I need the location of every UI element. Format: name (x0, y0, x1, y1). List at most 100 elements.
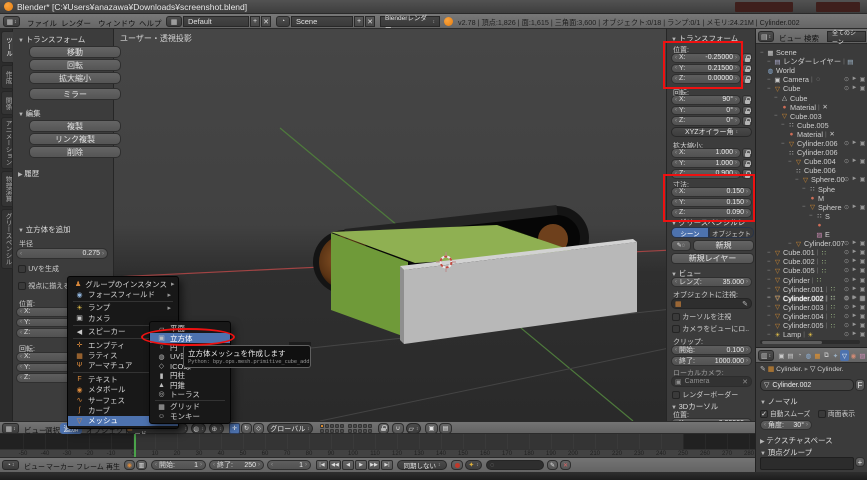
visibility-toggles[interactable]: ⊙►▣ (843, 249, 866, 256)
layer-toggle[interactable] (348, 424, 352, 428)
snap-magnet-icon[interactable]: ∪ (392, 423, 404, 434)
outliner-row[interactable]: ∷Cube.006 (756, 166, 867, 175)
select-icon[interactable]: ► (851, 176, 858, 183)
select-icon[interactable]: ► (851, 140, 858, 147)
texture-space-panel-header[interactable]: ▶ テクスチャスペース (760, 435, 833, 446)
visibility-toggles[interactable]: ⊙►▣ (843, 322, 866, 329)
layer-toggle[interactable] (358, 424, 362, 428)
play-button[interactable]: ▶ (355, 460, 367, 470)
eye-icon[interactable]: ⊙ (843, 331, 850, 338)
scene-icon[interactable]: ◔ (276, 16, 290, 27)
menu-item-torus[interactable]: ◎トーラス (150, 390, 230, 399)
render-icon[interactable]: ▣ (859, 140, 866, 147)
render-icon[interactable]: ▣ (859, 85, 866, 92)
outliner-row[interactable]: −∷Cube.005 (756, 121, 867, 130)
visibility-toggles[interactable]: ⊙►▣ (843, 140, 866, 147)
rotate-button[interactable]: 回転 (29, 59, 121, 71)
visibility-toggles[interactable]: ⊙►▣ (843, 76, 866, 83)
select-icon[interactable]: ► (851, 258, 858, 265)
angle-field[interactable]: ‹角度:30°› (760, 420, 812, 430)
translate-button[interactable]: 移動 (29, 46, 121, 58)
close-layout-button[interactable]: ✕ (261, 16, 271, 27)
menu-help[interactable]: ヘルプ (139, 18, 162, 29)
gp-draw-icons[interactable]: ✎◌ (671, 240, 691, 251)
eye-icon[interactable]: ⊙ (843, 304, 850, 311)
lock-icon[interactable] (378, 423, 389, 434)
outliner-row[interactable]: −☀Lamp|☀⊙►▣ (756, 330, 867, 339)
unlock-icon[interactable] (742, 116, 752, 126)
eye-icon[interactable]: ⊙ (843, 313, 850, 320)
gp-new-layer-button[interactable]: 新規レイヤー (671, 253, 754, 264)
next-keyframe-button[interactable]: ▶▶ (368, 460, 380, 470)
outliner-row[interactable]: ●Material|✕ (756, 130, 867, 139)
render-icon[interactable]: ▣ (859, 277, 866, 284)
eyedropper-icon[interactable]: ✎ (742, 300, 748, 308)
select-icon[interactable]: ► (851, 76, 858, 83)
insert-keyframe-icon[interactable]: ✎ (547, 460, 558, 470)
menu-item-cylinder[interactable]: ▮円柱 (150, 371, 230, 380)
eye-icon[interactable]: ⊙ (843, 158, 850, 165)
close-scene-button[interactable]: ✕ (365, 16, 375, 27)
menu-item-lamp[interactable]: ☀ランプ▸ (68, 303, 178, 313)
render-icon[interactable]: ▣ (859, 249, 866, 256)
visibility-toggles[interactable]: ⊙►▣ (843, 313, 866, 320)
layer-toggle[interactable] (335, 424, 339, 428)
keying-set-field[interactable]: ◌ (486, 460, 544, 470)
select-icon[interactable]: ► (851, 313, 858, 320)
clip-start-field[interactable]: ‹開始:0.100› (671, 345, 752, 355)
mirror-button[interactable]: ミラー (29, 88, 121, 100)
manipulator-rotate-icon[interactable]: ↻ (241, 423, 252, 434)
select-icon[interactable]: ► (851, 158, 858, 165)
layer-toggle[interactable] (348, 429, 352, 433)
frame-lock-icon[interactable]: ▥ (136, 460, 147, 470)
lock-object-field[interactable]: ▦✎ (671, 298, 752, 309)
outliner-row[interactable]: −▽Cube⊙►▣ (756, 84, 867, 93)
opengl-render-anim-icon[interactable]: ▤ (439, 423, 452, 434)
outliner-row[interactable]: −▽Cube.003 (756, 112, 867, 121)
render-icon[interactable]: ▣ (859, 304, 866, 311)
unlock-icon[interactable] (742, 159, 752, 169)
visibility-toggles[interactable]: ⊙►▣ (843, 295, 866, 302)
outliner-row[interactable]: −▽Cylinder.003|∷⊙►▣ (756, 303, 867, 312)
texture-tab[interactable]: ▨ (858, 350, 867, 361)
layer-toggle[interactable] (368, 424, 372, 428)
render-icon[interactable]: ▣ (859, 331, 866, 338)
outliner-row[interactable]: −▽Cylinder.006⊙►▣ (756, 139, 867, 148)
duplicate-button[interactable]: 複製 (29, 120, 121, 132)
shading-dropdown[interactable]: ◍↕ (191, 423, 206, 434)
rotation-mode-dropdown[interactable]: XYZオイラー角↕ (671, 127, 752, 137)
screen-layout-field[interactable]: Default (183, 16, 249, 27)
eye-icon[interactable]: ⊙ (843, 295, 850, 302)
current-frame-field[interactable]: ‹1› (267, 460, 311, 470)
number-field[interactable]: ‹Y:0°› (671, 106, 741, 116)
delete-keyframe-icon[interactable]: ✕ (560, 460, 571, 470)
select-icon[interactable]: ► (851, 295, 858, 302)
visibility-toggles[interactable]: ⊙►▣ (843, 267, 866, 274)
visibility-toggles[interactable]: ⊙►▣ (843, 331, 866, 338)
eye-icon[interactable]: ⊙ (843, 176, 850, 183)
manipulator-translate-icon[interactable]: ✛ (229, 423, 240, 434)
scale-button[interactable]: 拡大縮小 (29, 72, 121, 84)
layers-widget[interactable] (320, 424, 372, 433)
layer-toggle[interactable] (363, 429, 367, 433)
outliner-row[interactable]: ●Material|✕ (756, 103, 867, 112)
layer-toggle[interactable] (320, 429, 324, 433)
outliner-row[interactable]: −▽Cube.005|∷⊙►▣ (756, 266, 867, 275)
outliner-row[interactable]: ●M (756, 194, 867, 203)
visibility-toggles[interactable]: ⊙►▣ (843, 176, 866, 183)
eye-icon[interactable]: ⊙ (843, 277, 850, 284)
layer-toggle[interactable] (340, 424, 344, 428)
tab-grease-pencil[interactable]: グリースペンシル (1, 209, 13, 269)
display-mode-dropdown[interactable]: 全てのシーン (827, 31, 866, 42)
eye-icon[interactable]: ⊙ (843, 286, 850, 293)
prev-keyframe-button[interactable]: ◀◀ (329, 460, 341, 470)
snap-element-dropdown[interactable]: ▱↕ (406, 423, 421, 434)
menu-item-group[interactable]: ♟グループのインスタンス▸ (68, 279, 178, 289)
pivot-dropdown[interactable]: ⊕↕ (209, 423, 224, 434)
scene-field[interactable]: Scene (291, 16, 353, 27)
render-icon[interactable]: ▣ (859, 267, 866, 274)
vertex-groups-list[interactable] (760, 457, 854, 470)
gp-scene-toggle[interactable]: シーン (671, 227, 709, 238)
outliner-row[interactable]: −▽Cube.002|∷⊙►▣ (756, 257, 867, 266)
local-camera-field[interactable]: ▣Camera✕ (671, 376, 752, 387)
